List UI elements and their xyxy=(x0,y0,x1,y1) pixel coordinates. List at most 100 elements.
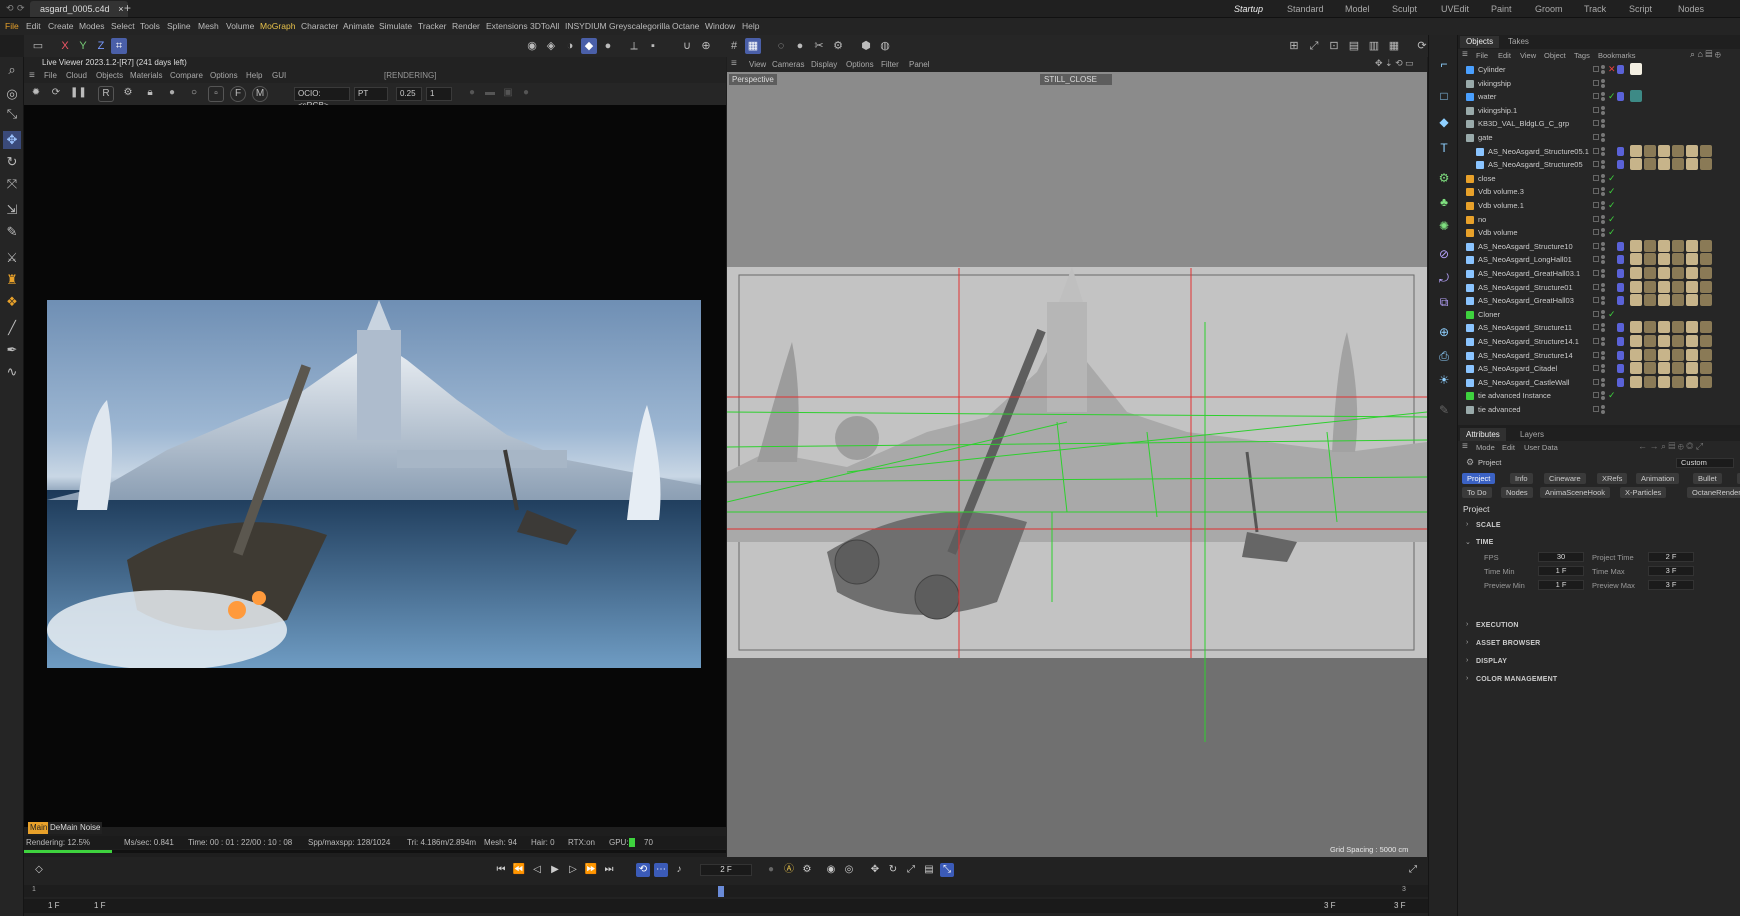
editor-visibility-dot[interactable] xyxy=(1601,65,1605,69)
current-frame-field[interactable]: 2 F xyxy=(700,864,752,876)
menu-mograph[interactable]: MoGraph xyxy=(260,20,295,33)
sound-icon[interactable]: ♪ xyxy=(672,863,686,877)
enabled-check-icon[interactable]: ✓ xyxy=(1608,213,1616,226)
material-tag-icon[interactable] xyxy=(1658,362,1670,375)
layer-icon[interactable] xyxy=(1593,66,1599,72)
exposure-field[interactable]: 0.25 xyxy=(396,87,422,101)
material-tag-icon[interactable] xyxy=(1630,294,1642,307)
extrude-icon[interactable]: ⇲ xyxy=(3,201,21,219)
expand-icon[interactable]: › xyxy=(1466,521,1468,528)
material-tag-icon[interactable] xyxy=(1630,335,1642,347)
material-tag-icon[interactable] xyxy=(1630,158,1642,171)
editor-visibility-dot[interactable] xyxy=(1601,405,1605,409)
material-tag-icon[interactable] xyxy=(1658,375,1670,388)
menu-character[interactable]: Character xyxy=(301,20,338,33)
material-tag-icon[interactable] xyxy=(1658,239,1670,252)
material-tag-icon[interactable] xyxy=(1700,335,1712,347)
editor-visibility-dot[interactable] xyxy=(1601,119,1605,124)
layout-nodes[interactable]: Nodes xyxy=(1678,2,1704,16)
autokey-icon[interactable]: Ⓐ xyxy=(782,863,796,877)
layout-sculpt[interactable]: Sculpt xyxy=(1392,2,1417,16)
object-row[interactable]: Cloner ✓ xyxy=(1458,308,1740,322)
vp-menu-panel[interactable]: Panel xyxy=(909,59,929,71)
editor-visibility-dot[interactable] xyxy=(1601,160,1605,165)
viewport-canvas[interactable] xyxy=(727,72,1427,857)
expand-icon[interactable]: › xyxy=(1466,639,1468,646)
render-view-icon[interactable]: ◉ xyxy=(524,38,540,54)
range-start-a[interactable]: 1 F xyxy=(48,901,60,910)
editor-visibility-dot[interactable] xyxy=(1601,337,1605,341)
pen-icon[interactable]: ✎ xyxy=(1435,401,1453,419)
collapse-icon[interactable]: ⌄ xyxy=(1465,538,1471,546)
tag-icon[interactable] xyxy=(1617,146,1624,156)
layer-icon[interactable] xyxy=(1593,242,1599,249)
layer-icon[interactable] xyxy=(1593,338,1599,344)
tag-icon[interactable] xyxy=(1617,65,1624,74)
spline-icon[interactable]: ⌐ xyxy=(1435,55,1453,73)
axis-tool-icon[interactable]: ⟂ xyxy=(626,38,642,54)
material-tag-icon[interactable] xyxy=(1630,63,1642,75)
layout-model[interactable]: Model xyxy=(1345,2,1370,16)
object-row[interactable]: AS_NeoAsgard_Structure14.1 xyxy=(1458,335,1740,349)
render-to-picture-icon[interactable]: ▥ xyxy=(1366,38,1382,54)
objects-search-icon[interactable]: ⌕ ⌂ ▤ ⊕ xyxy=(1690,49,1721,60)
material-tag-icon[interactable] xyxy=(1686,239,1698,252)
tweak-icon[interactable]: ⤡ xyxy=(3,105,21,123)
material-tag-icon[interactable] xyxy=(1644,362,1656,375)
enabled-check-icon[interactable]: ✓ xyxy=(1608,308,1616,321)
material-tag-icon[interactable] xyxy=(1644,144,1656,157)
editor-visibility-dot[interactable] xyxy=(1601,241,1605,246)
layout-icon-3[interactable]: ⊡ xyxy=(1326,38,1342,54)
material-tag-icon[interactable] xyxy=(1630,321,1642,334)
material-tag-icon[interactable] xyxy=(1630,253,1642,266)
obj-menu-object[interactable]: Object xyxy=(1544,50,1566,61)
layer-icon[interactable] xyxy=(1593,174,1599,181)
color-space-select[interactable]: OCIO:<sRGB> xyxy=(294,87,350,110)
deformer-tool-icon[interactable]: ⊘ xyxy=(1435,245,1453,263)
bend-icon[interactable]: ⤾ xyxy=(1435,269,1453,287)
attr-menu-edit[interactable]: Edit xyxy=(1502,442,1515,453)
editor-visibility-dot[interactable] xyxy=(1601,364,1605,369)
tag-icon[interactable] xyxy=(1617,255,1624,265)
timeline-ruler[interactable]: 1 3 xyxy=(24,885,1428,897)
vp-menu-filter[interactable]: Filter xyxy=(881,59,899,71)
menu-animate[interactable]: Animate xyxy=(343,20,374,33)
param-key-icon[interactable]: ▤ xyxy=(922,863,936,877)
material-tag-icon[interactable] xyxy=(1644,321,1656,334)
pause-icon[interactable]: ❚❚ xyxy=(70,86,87,102)
record-icon[interactable]: ● xyxy=(764,863,778,877)
layer-icon[interactable] xyxy=(1593,365,1599,372)
viewport-nav-icons[interactable]: ✥ ⇣ ⟲ ▭ xyxy=(1375,58,1414,69)
menu-render[interactable]: Render xyxy=(452,20,480,33)
render-visibility-dot[interactable] xyxy=(1601,382,1605,387)
material-tag-icon[interactable] xyxy=(1686,267,1698,279)
menu-file[interactable]: File xyxy=(5,20,19,33)
object-row[interactable]: tie advanced Instance ✓ xyxy=(1458,389,1740,403)
axis-x-button[interactable]: X xyxy=(57,38,73,54)
layout-uvedit[interactable]: UVEdit xyxy=(1441,2,1469,16)
material-tag-icon[interactable] xyxy=(1686,321,1698,334)
editor-visibility-dot[interactable] xyxy=(1601,391,1605,396)
render-settings-icon[interactable]: ◑ xyxy=(562,38,578,54)
lv-menu-file[interactable]: File xyxy=(44,70,57,82)
material-tag-icon[interactable] xyxy=(1672,267,1684,279)
preset-select[interactable]: Custom xyxy=(1676,458,1734,468)
material-tag-icon[interactable] xyxy=(1644,239,1656,252)
sculpt-icon[interactable]: ❖ xyxy=(3,293,21,311)
expand-icon[interactable]: › xyxy=(1466,675,1468,682)
camera-icon[interactable]: ▣ xyxy=(500,86,516,102)
aov-noise[interactable]: Noise xyxy=(78,822,103,834)
play-icon[interactable]: ▶ xyxy=(548,863,562,877)
range-end-b[interactable]: 3 F xyxy=(1394,901,1406,910)
goto-start-icon[interactable]: ⏮ xyxy=(494,863,508,877)
layer-icon[interactable] xyxy=(1593,378,1599,385)
material-tag-icon[interactable] xyxy=(1686,348,1698,361)
tag-icon[interactable] xyxy=(1617,92,1624,102)
expand-timeline-icon[interactable]: ⤢ xyxy=(1406,863,1420,877)
editor-visibility-dot[interactable] xyxy=(1601,133,1605,137)
material-tag-icon[interactable] xyxy=(1644,348,1656,361)
close-icon[interactable]: × xyxy=(118,1,123,17)
object-row[interactable]: AS_NeoAsgard_Structure14 xyxy=(1458,348,1740,363)
editor-visibility-dot[interactable] xyxy=(1601,296,1605,301)
material-tag-icon[interactable] xyxy=(1700,253,1712,266)
